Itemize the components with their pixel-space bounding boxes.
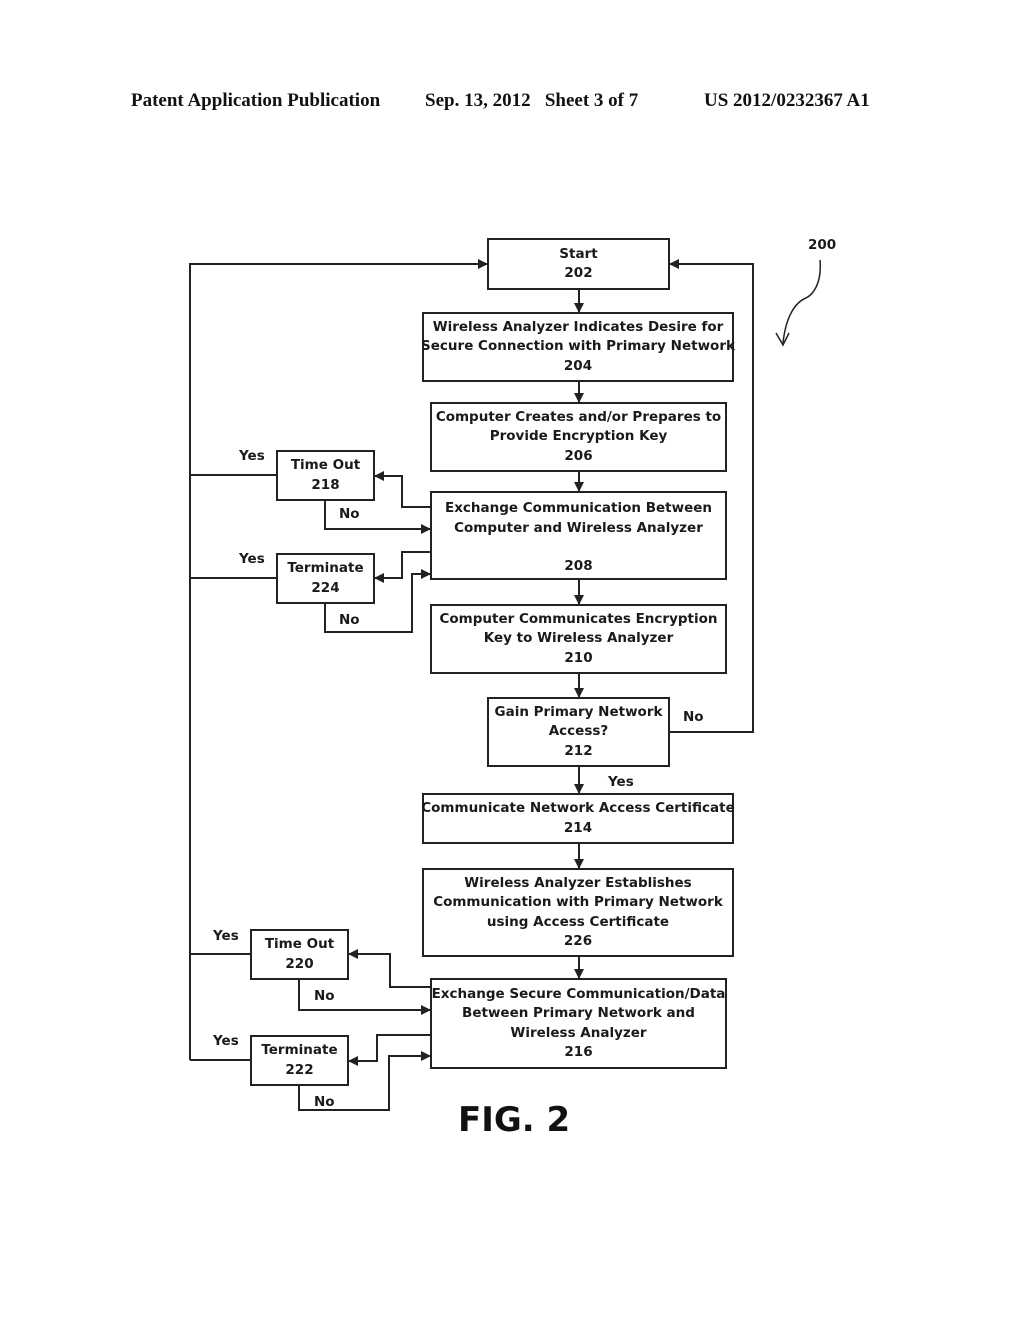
node-text: Start — [559, 245, 598, 262]
node-number: 206 — [564, 447, 593, 464]
label-no-212: No — [683, 709, 704, 725]
node-206: Computer Creates and/or Prepares to Prov… — [430, 402, 727, 472]
label-yes-220: Yes — [213, 928, 239, 944]
figure-label: FIG. 2 — [458, 1100, 571, 1140]
edge-208-to-218 — [374, 471, 430, 508]
edge-216-to-220 — [348, 949, 430, 988]
node-text: Between Primary Network and — [462, 1005, 695, 1021]
label-yes-212: Yes — [608, 774, 634, 790]
node-text: Wireless Analyzer — [510, 1024, 647, 1041]
node-number: 202 — [564, 265, 593, 281]
reference-arrow-icon — [782, 259, 821, 344]
node-number: 214 — [563, 819, 593, 836]
node-number: 222 — [285, 1061, 314, 1078]
node-224-terminate: Terminate 224 — [276, 553, 375, 604]
node-number: 210 — [564, 649, 593, 666]
node-text: using Access Certificate — [486, 913, 670, 930]
node-text: Computer Creates and/or Prepares to — [435, 408, 722, 425]
node-220-timeout: Time Out 220 — [250, 929, 349, 980]
node-text: Communicate Network Access Certificate — [421, 800, 735, 816]
label-no-218: No — [339, 506, 360, 522]
label-yes-218: Yes — [239, 448, 265, 464]
label-yes-222: Yes — [213, 1033, 239, 1049]
node-text: Computer Communicates Encryption — [439, 610, 718, 627]
node-text: Exchange Secure Communication/Data — [431, 985, 726, 1002]
node-216: Exchange Secure Communication/Data Betwe… — [430, 978, 727, 1069]
node-text: Gain Primary Network — [494, 703, 663, 720]
node-text: Access? — [548, 723, 609, 740]
node-text: Computer and Wireless Analyzer — [454, 519, 703, 536]
node-226: Wireless Analyzer Establishes Communicat… — [422, 868, 734, 957]
label-yes-224: Yes — [239, 551, 265, 567]
label-no-220: No — [314, 988, 335, 1004]
label-no-224: No — [339, 612, 360, 628]
node-208: Exchange Communication Between Computer … — [430, 491, 727, 580]
node-218-timeout: Time Out 218 — [276, 450, 375, 501]
node-text: Time Out — [290, 457, 361, 473]
node-text: Key to Wireless Analyzer — [483, 630, 674, 647]
figure-reference-number: 200 — [808, 237, 837, 253]
node-text: Terminate — [287, 560, 364, 576]
node-text: Exchange Communication Between — [444, 500, 713, 516]
node-212-decision: Gain Primary Network Access? 212 — [487, 697, 670, 767]
node-number: 226 — [563, 933, 593, 949]
node-210: Computer Communicates Encryption Key to … — [430, 604, 727, 674]
node-202-start: Start 202 — [487, 238, 670, 290]
node-text: Provide Encryption Key — [489, 428, 668, 445]
node-text: Time Out — [264, 936, 335, 952]
node-text: Secure Connection with Primary Network — [421, 338, 735, 355]
node-222-terminate: Terminate 222 — [250, 1035, 349, 1086]
node-214: Communicate Network Access Certificate 2… — [421, 793, 735, 844]
node-number: 208 — [564, 558, 593, 574]
node-204: Wireless Analyzer Indicates Desire for S… — [421, 312, 735, 382]
label-no-222: No — [314, 1094, 335, 1110]
node-number: 212 — [564, 742, 593, 759]
node-text: Wireless Analyzer Indicates Desire for — [432, 318, 724, 335]
node-text: Terminate — [261, 1042, 338, 1058]
node-text: Communication with Primary Network — [433, 894, 723, 910]
node-text: Wireless Analyzer Establishes — [464, 874, 692, 891]
node-number: 224 — [311, 579, 340, 596]
node-number: 216 — [564, 1044, 593, 1060]
node-number: 218 — [311, 476, 340, 493]
node-number: 220 — [285, 955, 314, 972]
node-number: 204 — [563, 357, 593, 374]
